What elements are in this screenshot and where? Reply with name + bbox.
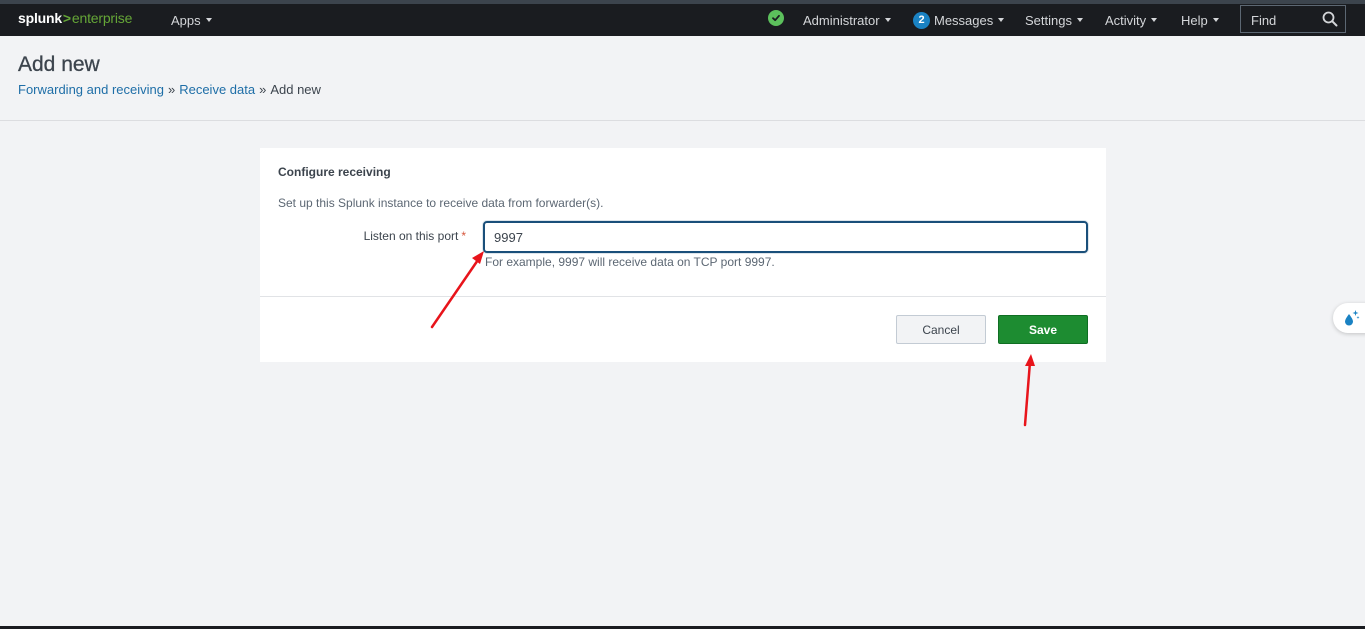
search-icon[interactable] [1322, 11, 1338, 27]
settings-menu[interactable]: Settings [1025, 4, 1083, 36]
top-navbar: splunk > enterprise Apps Administrator 2 M… [0, 4, 1365, 36]
messages-count-badge: 2 [913, 11, 930, 29]
required-marker: * [461, 229, 466, 243]
chevron-down-icon [1151, 18, 1158, 22]
configure-receiving-card: Configure receiving Set up this Splunk i… [260, 148, 1106, 362]
messages-menu[interactable]: 2 Messages [913, 4, 1005, 36]
apps-menu[interactable]: Apps [171, 4, 212, 36]
card-footer-divider [260, 296, 1106, 297]
find-input[interactable] [1241, 6, 1333, 34]
help-menu[interactable]: Help [1181, 4, 1219, 36]
chevron-down-icon [1076, 18, 1083, 22]
logo-text-enterprise: enterprise [71, 10, 133, 26]
chevron-down-icon [1212, 18, 1219, 22]
section-description: Set up this Splunk instance to receive d… [278, 196, 604, 210]
page-title: Add new [18, 53, 100, 76]
breadcrumb-separator: » [259, 82, 267, 97]
breadcrumb-forwarding-and-receiving[interactable]: Forwarding and receiving [18, 82, 164, 97]
breadcrumb: Forwarding and receiving» Receive data» Ad… [18, 82, 321, 97]
logo-text-chevron: > [62, 10, 71, 26]
port-help-text: For example, 9997 will receive data on T… [485, 255, 775, 269]
messages-menu-label: Messages [934, 12, 994, 28]
settings-menu-label: Settings [1025, 12, 1072, 28]
breadcrumb-receive-data[interactable]: Receive data [179, 82, 255, 97]
cancel-button[interactable]: Cancel [896, 315, 986, 344]
logo-text-splunk: splunk [18, 10, 62, 26]
chevron-down-icon [884, 18, 891, 22]
chevron-down-icon [205, 18, 212, 22]
side-widget-button[interactable] [1333, 303, 1365, 333]
breadcrumb-current: Add new [270, 82, 321, 97]
check-circle-icon[interactable] [768, 10, 784, 26]
find-search-box [1240, 5, 1346, 34]
water-drop-sparkle-icon [1345, 310, 1360, 326]
port-field-label: Listen on this port * [364, 229, 466, 243]
breadcrumb-separator: » [167, 82, 176, 97]
annotation-arrow-to-save [1023, 360, 1032, 427]
port-input[interactable] [483, 221, 1088, 253]
help-menu-label: Help [1181, 12, 1208, 28]
splunk-logo[interactable]: splunk > enterprise [18, 10, 132, 26]
administrator-menu-label: Administrator [803, 12, 880, 28]
activity-menu[interactable]: Activity [1105, 4, 1158, 36]
apps-menu-label: Apps [171, 12, 201, 28]
section-title: Configure receiving [278, 165, 391, 179]
administrator-menu[interactable]: Administrator [803, 4, 891, 36]
header-divider [0, 120, 1365, 121]
port-label-text: Listen on this port [363, 229, 459, 243]
activity-menu-label: Activity [1105, 12, 1147, 28]
save-button[interactable]: Save [998, 315, 1088, 344]
chevron-down-icon [998, 18, 1005, 22]
